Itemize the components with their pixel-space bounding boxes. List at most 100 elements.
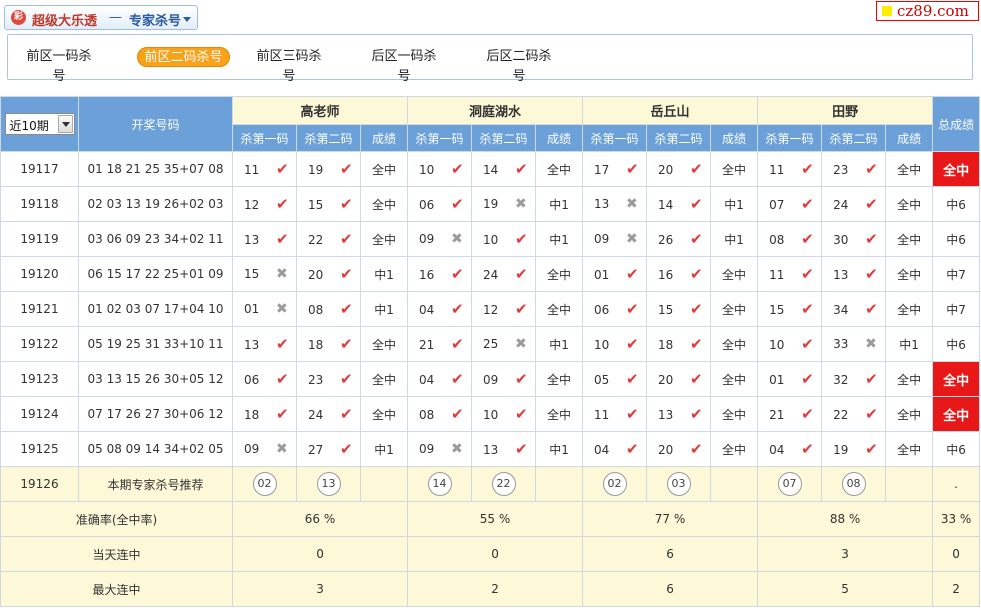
kill-number: 15 (308, 198, 324, 212)
kill-cell: 16 ✔ (407, 256, 473, 292)
kill-cell: 13 ✔ (232, 326, 297, 362)
pick-ball: 13 (316, 472, 341, 496)
kill-cell: 12 ✔ (471, 291, 537, 327)
kill-number: 27 (308, 443, 324, 457)
check-icon: ✔ (690, 265, 703, 283)
kill-cell: 23 ✔ (296, 361, 361, 397)
check-icon: ✔ (451, 405, 464, 423)
column-header: 杀第一码 (757, 124, 823, 152)
period-select[interactable]: 近10期 (4, 113, 75, 135)
lottery-selector[interactable]: 彩 超级大乐透 — 专家杀号 (4, 5, 198, 30)
kill-cell: 04 ✔ (407, 291, 473, 327)
check-icon: ✔ (865, 230, 878, 248)
kill-number: 13 (244, 338, 260, 352)
kill-cell: 13 ✔ (646, 396, 712, 432)
kill-number: 33 (833, 337, 849, 351)
kill-number: 10 (483, 408, 499, 422)
tab-front-kill-1[interactable]: 前区一码杀号 (22, 47, 96, 84)
kill-cell: 04 ✔ (582, 431, 648, 467)
result-cell: 全中 (885, 221, 934, 257)
kill-number: 23 (308, 373, 324, 387)
table-row: 19121 01 02 03 07 17+04 10 01 ✖ 08 ✔ 中1 04 ✔ 12 ✔ 全… (0, 291, 981, 327)
kill-number: 04 (594, 443, 610, 457)
kill-number: 10 (419, 163, 435, 177)
kill-number: 08 (308, 303, 324, 317)
column-header: 成绩 (710, 124, 759, 152)
stats-value: 6 (582, 536, 759, 572)
table-row: 19118 02 03 13 19 26+02 03 12 ✔ 15 ✔ 全中 06 ✔ 19 ✖ 中… (0, 186, 981, 222)
result-cell: 全中 (710, 151, 759, 187)
kill-cell: 09 ✖ (582, 221, 648, 257)
kill-cell: 14 ✔ (471, 151, 537, 187)
kill-number: 18 (658, 338, 674, 352)
result-cell: 中1 (535, 186, 584, 222)
kill-number: 15 (769, 303, 785, 317)
tab-back-kill-2[interactable]: 后区二码杀号 (482, 47, 556, 84)
dropdown-arrow-icon[interactable] (57, 115, 73, 133)
kill-number: 24 (308, 408, 324, 422)
kill-number: 13 (244, 233, 260, 247)
page-subtitle: 专家杀号 (129, 14, 182, 29)
column-header: 杀第二码 (646, 124, 712, 152)
kill-number: 01 (594, 268, 610, 282)
check-icon: ✔ (801, 265, 814, 283)
table-row: 19119 03 06 09 23 34+02 11 13 ✔ 22 ✔ 全中 09 ✖ 10 ✔ 中… (0, 221, 981, 257)
kill-cell: 05 ✔ (582, 361, 648, 397)
cross-icon: ✖ (276, 266, 288, 282)
draw-numbers: 01 02 03 07 17+04 10 (78, 291, 233, 327)
check-icon: ✔ (451, 160, 464, 178)
result-cell: 全中 (535, 396, 584, 432)
check-icon: ✔ (340, 370, 353, 388)
result-cell: 中1 (359, 256, 409, 292)
kill-number: 15 (244, 267, 260, 281)
stats-row: 当天连中 0 0 6 3 0 (0, 536, 981, 572)
kill-cell: 06 ✔ (582, 291, 648, 327)
tab-front-kill-3[interactable]: 前区三码杀号 (252, 47, 326, 84)
site-logo[interactable]: cz89.com (876, 1, 979, 21)
kill-number: 13 (658, 408, 674, 422)
issue-number: 19123 (0, 361, 79, 397)
kill-cell: 09 ✖ (232, 431, 297, 467)
issue-number: 19120 (0, 256, 79, 292)
tab-back-kill-1[interactable]: 后区一码杀号 (367, 47, 441, 84)
stats-value: 66 % (231, 501, 409, 537)
result-cell: 全中 (710, 396, 759, 432)
issue-number: 19119 (0, 221, 79, 257)
recommend-label: 本期专家杀号推荐 (78, 466, 233, 502)
kill-cell: 06 ✔ (407, 186, 473, 222)
kill-number: 16 (658, 268, 674, 282)
check-icon: ✔ (865, 195, 878, 213)
issue-number: 19121 (0, 291, 79, 327)
kill-number: 26 (658, 233, 674, 247)
total-result: 全中 (932, 361, 981, 397)
cross-icon: ✖ (451, 231, 463, 247)
kill-number: 09 (419, 442, 435, 456)
check-icon: ✔ (690, 195, 703, 213)
kill-cell: 21 ✔ (407, 326, 473, 362)
pick-ball: 22 (491, 472, 516, 496)
column-header: 杀第一码 (232, 124, 297, 152)
kill-cell: 23 ✔ (821, 151, 887, 187)
kill-cell: 11 ✔ (757, 151, 823, 187)
stats-total: 0 (932, 536, 981, 572)
kill-number: 12 (483, 303, 499, 317)
result-cell: 全中 (885, 291, 934, 327)
stats-label: 最大连中 (0, 571, 233, 607)
tab-front-kill-2[interactable]: 前区二码杀号 (137, 47, 230, 67)
draw-numbers: 07 17 26 27 30+06 12 (78, 396, 233, 432)
issue-number: 19118 (0, 186, 79, 222)
check-icon: ✔ (626, 335, 639, 353)
column-header: 杀第二码 (296, 124, 361, 152)
check-icon: ✔ (515, 230, 528, 248)
kill-cell: 18 ✔ (296, 326, 361, 362)
kill-cell: 10 ✔ (757, 326, 823, 362)
total-result: 中6 (932, 431, 981, 467)
pick-cell: 14 (407, 466, 473, 502)
pick-cell: 13 (296, 466, 361, 502)
kill-cell: 25 ✖ (471, 326, 537, 362)
stats-row: 准确率(全中率) 66 % 55 % 77 % 88 % 33 % (0, 501, 981, 537)
kill-number: 20 (308, 268, 324, 282)
result-cell: 全中 (359, 396, 409, 432)
kill-number: 24 (483, 268, 499, 282)
check-icon: ✔ (515, 405, 528, 423)
